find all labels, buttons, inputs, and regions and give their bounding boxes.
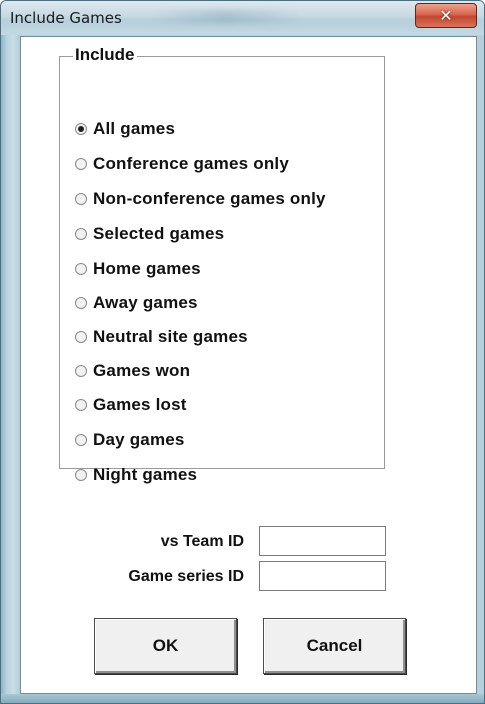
radio-non-conference-games-only[interactable]: Non-conference games only	[75, 184, 326, 214]
cancel-button[interactable]: Cancel	[263, 618, 406, 674]
radio-button[interactable]	[75, 193, 87, 205]
radio-button[interactable]	[75, 365, 87, 377]
radio-label: Away games	[93, 293, 198, 312]
title-bar-background-blur	[151, 10, 301, 24]
radio-button[interactable]	[75, 331, 87, 343]
radio-button[interactable]	[75, 469, 87, 481]
radio-label: Neutral site games	[93, 327, 248, 346]
radio-label: Games won	[93, 361, 191, 380]
radio-label: Home games	[93, 259, 201, 278]
radio-button[interactable]	[75, 158, 87, 170]
radio-away-games[interactable]: Away games	[75, 288, 198, 318]
team-id-input[interactable]	[259, 526, 386, 556]
radio-label: Games lost	[93, 395, 187, 414]
radio-games-lost[interactable]: Games lost	[75, 390, 187, 420]
close-button[interactable]: ✕	[415, 3, 477, 28]
ok-button[interactable]: OK	[94, 618, 237, 674]
include-games-dialog: Include Games ✕ Include All games Confer…	[0, 0, 485, 704]
radio-button[interactable]	[75, 297, 87, 309]
team-id-label: vs Team ID	[160, 533, 244, 550]
title-bar[interactable]: Include Games ✕	[1, 1, 484, 35]
radio-button[interactable]	[75, 399, 87, 411]
window-bottom-edge	[1, 694, 484, 703]
radio-home-games[interactable]: Home games	[75, 254, 201, 284]
window-title: Include Games	[10, 9, 122, 27]
radio-label: Non-conference games only	[93, 189, 326, 208]
radio-all-games[interactable]: All games	[75, 114, 175, 144]
radio-label: Selected games	[93, 224, 225, 243]
radio-button[interactable]	[75, 228, 87, 240]
radio-button[interactable]	[75, 434, 87, 446]
radio-neutral-site-games[interactable]: Neutral site games	[75, 322, 248, 352]
radio-day-games[interactable]: Day games	[75, 425, 185, 455]
radio-night-games[interactable]: Night games	[75, 460, 197, 490]
radio-selected-games[interactable]: Selected games	[75, 219, 224, 249]
radio-games-won[interactable]: Games won	[75, 356, 190, 386]
radio-button[interactable]	[75, 123, 87, 135]
radio-button[interactable]	[75, 263, 87, 275]
radio-label: Conference games only	[93, 154, 289, 173]
game-series-id-input[interactable]	[259, 561, 386, 591]
close-icon: ✕	[439, 6, 453, 25]
radio-label: All games	[93, 119, 176, 138]
radio-label: Night games	[93, 465, 198, 484]
include-group-label: Include	[73, 45, 137, 65]
radio-label: Day games	[93, 430, 185, 449]
radio-conference-games-only[interactable]: Conference games only	[75, 149, 289, 179]
game-series-id-label: Game series ID	[128, 568, 244, 585]
